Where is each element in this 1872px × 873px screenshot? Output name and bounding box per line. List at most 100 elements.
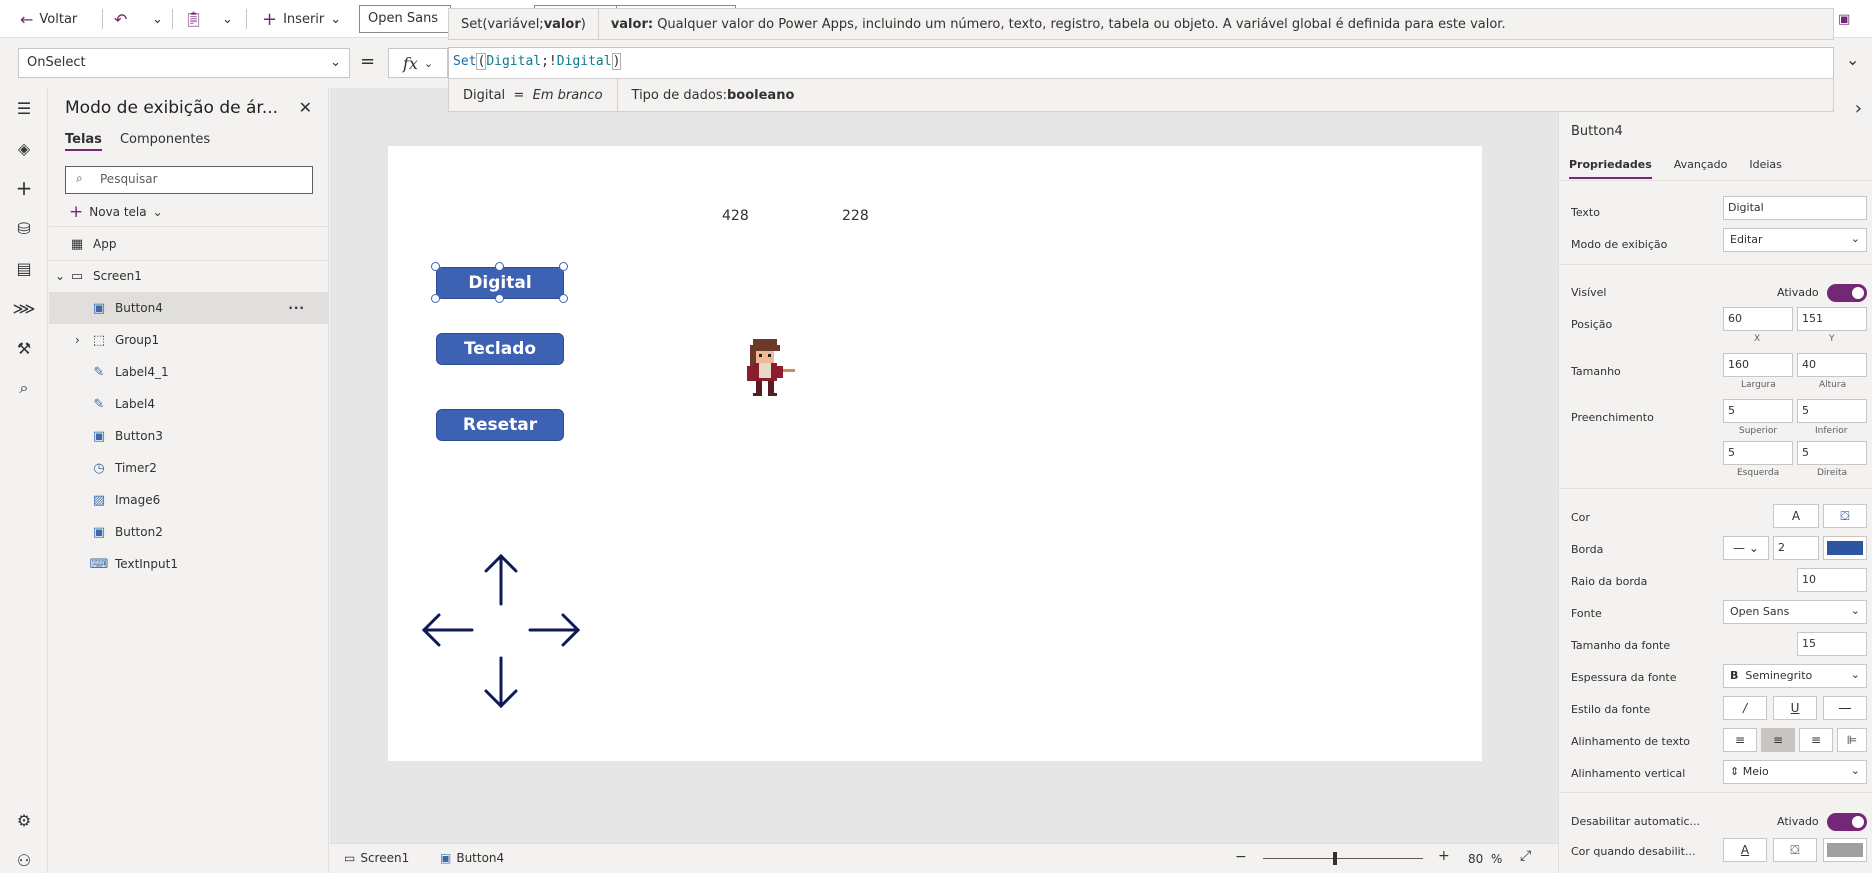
resize-handle[interactable] bbox=[559, 262, 568, 271]
arrow-right-icon[interactable] bbox=[528, 613, 581, 647]
tree-node-screen1[interactable]: ⌄ ▭ Screen1 bbox=[49, 260, 329, 292]
align-right-button[interactable]: ≡ bbox=[1799, 728, 1833, 752]
character-sprite[interactable] bbox=[738, 338, 810, 400]
border-style-select[interactable]: — ⌄ bbox=[1723, 536, 1769, 560]
undo-button[interactable]: ↶ bbox=[114, 0, 127, 38]
tree-node-button3[interactable]: ▣ Button3 bbox=[49, 420, 329, 452]
font-size-input[interactable]: 15 bbox=[1797, 632, 1867, 656]
tree-node-button2[interactable]: ▣ Button2 bbox=[49, 516, 329, 548]
power-automate-icon[interactable]: ⋙ bbox=[12, 296, 36, 320]
zoom-slider-track[interactable] bbox=[1263, 858, 1423, 859]
font-select[interactable]: Open Sans bbox=[359, 5, 451, 33]
vertical-align-select[interactable]: ⇕ Meio ⌄ bbox=[1723, 760, 1867, 784]
padding-left-input[interactable]: 5 bbox=[1723, 441, 1793, 465]
close-icon[interactable]: ✕ bbox=[299, 98, 312, 117]
height-input[interactable]: 40 bbox=[1797, 353, 1867, 377]
zoom-out-button[interactable]: − bbox=[1235, 849, 1247, 865]
hamburger-menu-icon[interactable]: ☰ bbox=[12, 96, 36, 120]
zoom-slider-thumb[interactable] bbox=[1333, 852, 1337, 865]
property-select[interactable]: OnSelect ⌄ bbox=[18, 48, 350, 78]
tree-node-app[interactable]: ▦ App bbox=[49, 228, 329, 260]
visible-state: Ativado bbox=[1777, 286, 1819, 299]
tab-screens[interactable]: Telas bbox=[65, 132, 102, 151]
tab-ideas[interactable]: Ideias bbox=[1749, 158, 1782, 179]
teclado-button[interactable]: Teclado bbox=[436, 333, 564, 365]
search-icon: ⌕ bbox=[76, 171, 83, 185]
fit-to-window-icon[interactable]: ⤢ bbox=[1520, 848, 1531, 864]
border-color-button[interactable] bbox=[1823, 536, 1867, 560]
fx-button[interactable]: fx ⌄ bbox=[388, 48, 448, 78]
app-checker-button[interactable]: ▣ bbox=[1838, 0, 1850, 38]
tab-properties[interactable]: Propriedades bbox=[1569, 158, 1652, 179]
auto-disable-toggle[interactable] bbox=[1827, 813, 1867, 831]
border-thickness-input[interactable]: 2 bbox=[1773, 536, 1819, 560]
disabled-border-color-button[interactable] bbox=[1823, 838, 1867, 862]
media-icon[interactable]: ▤ bbox=[12, 256, 36, 280]
insert-button[interactable]: + Inserir ⌄ bbox=[262, 0, 341, 38]
text-color-button[interactable]: A bbox=[1773, 504, 1819, 528]
arrow-up-icon[interactable] bbox=[484, 553, 518, 606]
screen-canvas[interactable]: 428 228 Digital Teclado Resetar bbox=[388, 146, 1482, 761]
breadcrumb-screen[interactable]: ▭ Screen1 bbox=[344, 851, 409, 865]
new-screen-button[interactable]: + Nova tela ⌄ bbox=[69, 202, 163, 222]
resize-handle[interactable] bbox=[559, 294, 568, 303]
position-x-input[interactable]: 60 bbox=[1723, 307, 1793, 331]
text-input[interactable]: Digital bbox=[1723, 196, 1867, 220]
paste-menu-button[interactable]: ⌄ bbox=[222, 0, 233, 38]
virtual-agent-icon[interactable]: ⚇ bbox=[12, 848, 36, 872]
zoom-in-button[interactable]: + bbox=[1438, 848, 1450, 864]
tab-components[interactable]: Componentes bbox=[120, 132, 210, 151]
data-icon[interactable]: ⛁ bbox=[12, 216, 36, 240]
border-radius-input[interactable]: 10 bbox=[1797, 568, 1867, 592]
resize-handle[interactable] bbox=[495, 294, 504, 303]
tab-advanced[interactable]: Avançado bbox=[1674, 158, 1728, 179]
label-x-value[interactable]: 428 bbox=[722, 208, 749, 224]
display-mode-select[interactable]: Editar ⌄ bbox=[1723, 228, 1867, 252]
resize-handle[interactable] bbox=[431, 262, 440, 271]
resetar-button[interactable]: Resetar bbox=[436, 409, 564, 441]
chevron-right-icon[interactable]: › bbox=[1855, 98, 1862, 119]
resize-handle[interactable] bbox=[431, 294, 440, 303]
label-y-value[interactable]: 228 bbox=[842, 208, 869, 224]
align-left-button[interactable]: ≡ bbox=[1723, 728, 1757, 752]
padding-right-input[interactable]: 5 bbox=[1797, 441, 1867, 465]
advanced-tools-icon[interactable]: ⚒ bbox=[12, 336, 36, 360]
breadcrumb-control[interactable]: ▣ Button4 bbox=[440, 851, 504, 865]
strikethrough-button[interactable]: — bbox=[1823, 696, 1867, 720]
tree-node-group1[interactable]: › ⬚ Group1 bbox=[49, 324, 329, 356]
visible-toggle[interactable] bbox=[1827, 284, 1867, 302]
expand-formula-button[interactable]: ⌄ bbox=[1846, 50, 1859, 69]
paste-button[interactable]: 📋︎ bbox=[184, 0, 203, 38]
padding-bottom-input[interactable]: 5 bbox=[1797, 399, 1867, 423]
disabled-text-color-button[interactable]: A bbox=[1723, 838, 1767, 862]
disabled-fill-color-button[interactable]: ⛋ bbox=[1773, 838, 1817, 862]
padding-top-input[interactable]: 5 bbox=[1723, 399, 1793, 423]
font-weight-select[interactable]: B Seminegrito ⌄ bbox=[1723, 664, 1867, 688]
arrow-left-icon[interactable] bbox=[421, 613, 474, 647]
tree-node-timer2[interactable]: ◷ Timer2 bbox=[49, 452, 329, 484]
search-icon[interactable]: ⌕ bbox=[12, 376, 36, 400]
tree-node-image6[interactable]: ▨ Image6 bbox=[49, 484, 329, 516]
tree-node-label4-1[interactable]: ✎ Label4_1 bbox=[49, 356, 329, 388]
formula-input[interactable]: Set(Digital;!Digital) bbox=[448, 47, 1834, 79]
align-center-button[interactable]: ≡ bbox=[1761, 728, 1795, 752]
arrow-down-icon[interactable] bbox=[484, 656, 518, 709]
more-options-icon[interactable]: ··· bbox=[288, 301, 305, 315]
undo-menu-button[interactable]: ⌄ bbox=[152, 0, 163, 38]
align-justify-button[interactable]: ⊫ bbox=[1837, 728, 1867, 752]
font-select[interactable]: Open Sans ⌄ bbox=[1723, 600, 1867, 624]
settings-icon[interactable]: ⚙ bbox=[12, 808, 36, 832]
fill-color-button[interactable]: ⛋ bbox=[1823, 504, 1867, 528]
tree-node-textinput1[interactable]: ⌨ TextInput1 bbox=[49, 548, 329, 580]
italic-button[interactable]: / bbox=[1723, 696, 1767, 720]
underline-button[interactable]: U bbox=[1773, 696, 1817, 720]
resize-handle[interactable] bbox=[495, 262, 504, 271]
tree-node-button4[interactable]: ▣ Button4 ··· bbox=[49, 292, 329, 324]
back-button[interactable]: ← Voltar bbox=[20, 0, 77, 38]
tree-search-input[interactable]: ⌕ Pesquisar bbox=[65, 166, 313, 194]
position-y-input[interactable]: 151 bbox=[1797, 307, 1867, 331]
tree-node-label4[interactable]: ✎ Label4 bbox=[49, 388, 329, 420]
insert-icon[interactable]: + bbox=[12, 176, 36, 200]
tree-view-icon[interactable]: ◈ bbox=[12, 136, 36, 160]
width-input[interactable]: 160 bbox=[1723, 353, 1793, 377]
